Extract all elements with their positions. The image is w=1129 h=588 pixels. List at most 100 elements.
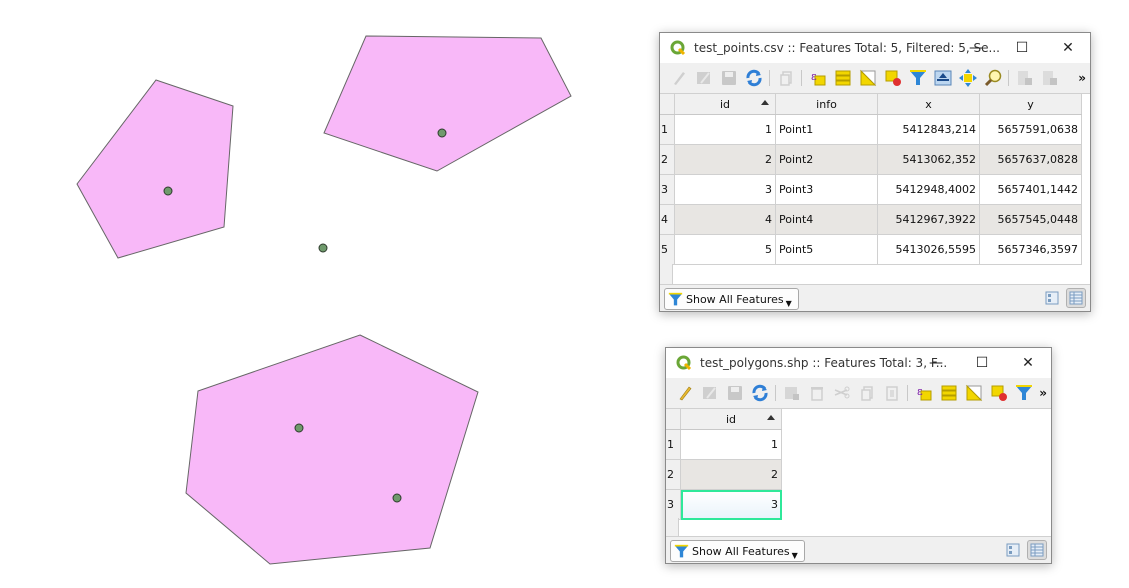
- point-feature-4[interactable]: [294, 423, 304, 433]
- cell-info[interactable]: Point3: [775, 174, 878, 205]
- form-view-icon: [1006, 543, 1020, 557]
- row-header[interactable]: 1: [666, 429, 681, 460]
- table-row[interactable]: 2 2: [666, 459, 782, 490]
- point-feature-2[interactable]: [437, 128, 447, 138]
- table-row[interactable]: 4 4 Point4 5412967,3922 5657545,0448: [660, 204, 1082, 235]
- row-header[interactable]: 5: [660, 234, 675, 265]
- multi-edit-button[interactable]: [694, 68, 714, 88]
- column-header-info[interactable]: info: [775, 94, 878, 115]
- close-button[interactable]: ✕: [1006, 348, 1050, 378]
- reload-button[interactable]: [750, 383, 770, 403]
- add-feature-button[interactable]: [782, 383, 802, 403]
- cell-x[interactable]: 5412967,3922: [877, 204, 980, 235]
- table-row[interactable]: 2 2 Point2 5413062,352 5657637,0828: [660, 144, 1082, 175]
- row-header[interactable]: 2: [660, 144, 675, 175]
- cell-id[interactable]: 1: [680, 429, 782, 460]
- cell-id[interactable]: 3: [674, 174, 776, 205]
- toggle-editing-button[interactable]: [669, 68, 689, 88]
- toggle-editing-button[interactable]: [675, 383, 695, 403]
- invert-selection-button[interactable]: [858, 68, 878, 88]
- cell-y[interactable]: 5657545,0448: [979, 204, 1082, 235]
- filter-button[interactable]: [908, 68, 928, 88]
- reload-button[interactable]: [744, 68, 764, 88]
- select-by-expression-button[interactable]: ε: [808, 68, 828, 88]
- save-edits-button[interactable]: [719, 68, 739, 88]
- cell-id[interactable]: 5: [674, 234, 776, 265]
- column-header-y[interactable]: y: [979, 94, 1082, 115]
- column-header-id[interactable]: id: [680, 409, 782, 430]
- zoom-to-selected-button[interactable]: [983, 68, 1003, 88]
- delete-feature-button[interactable]: [807, 383, 827, 403]
- point-feature-3[interactable]: [318, 243, 328, 253]
- table-row[interactable]: 1 1 Point1 5412843,214 5657591,0638: [660, 114, 1082, 145]
- more-tools-button[interactable]: »: [1039, 386, 1047, 400]
- cut-button[interactable]: [832, 383, 852, 403]
- minimize-button[interactable]: —: [954, 33, 998, 63]
- form-view-button[interactable]: [1003, 540, 1023, 560]
- row-header[interactable]: 3: [666, 489, 681, 520]
- close-button[interactable]: ✕: [1046, 33, 1090, 63]
- row-header[interactable]: 4: [660, 204, 675, 235]
- polygon-feature-1[interactable]: [76, 79, 234, 259]
- maximize-button[interactable]: ☐: [1000, 33, 1044, 63]
- cell-x[interactable]: 5412948,4002: [877, 174, 980, 205]
- show-all-features-label: Show All Features: [686, 292, 784, 306]
- show-all-features-dropdown[interactable]: Show All Features ▼: [670, 540, 805, 562]
- column-header-x[interactable]: x: [877, 94, 980, 115]
- table-row[interactable]: 3 3 Point3 5412948,4002 5657401,1442: [660, 174, 1082, 205]
- deselect-all-button[interactable]: [883, 68, 903, 88]
- cell-id[interactable]: 2: [674, 144, 776, 175]
- maximize-button[interactable]: ☐: [960, 348, 1004, 378]
- cell-x[interactable]: 5413026,5595: [877, 234, 980, 265]
- edit-pencil-icon: [673, 72, 685, 85]
- multi-edit-button[interactable]: [700, 383, 720, 403]
- table-view-button[interactable]: [1066, 288, 1086, 308]
- polygon-feature-3[interactable]: [185, 334, 479, 565]
- show-all-features-dropdown[interactable]: Show All Features ▼: [664, 288, 799, 310]
- pan-to-selected-button[interactable]: [958, 68, 978, 88]
- cell-y[interactable]: 5657591,0638: [979, 114, 1082, 145]
- cell-x[interactable]: 5413062,352: [877, 144, 980, 175]
- cell-info[interactable]: Point5: [775, 234, 878, 265]
- polygon-feature-2[interactable]: [323, 35, 572, 172]
- row-header[interactable]: 3: [660, 174, 675, 205]
- column-header-id[interactable]: id: [674, 94, 776, 115]
- select-all-button[interactable]: [833, 68, 853, 88]
- deselect-all-button[interactable]: [989, 383, 1009, 403]
- cell-info[interactable]: Point1: [775, 114, 878, 145]
- delete-field-button[interactable]: [1040, 68, 1060, 88]
- invert-selection-button[interactable]: [964, 383, 984, 403]
- filter-button[interactable]: [1014, 383, 1034, 403]
- cell-id[interactable]: 1: [674, 114, 776, 145]
- select-by-expression-button[interactable]: ε: [914, 383, 934, 403]
- cell-id[interactable]: 2: [680, 459, 782, 490]
- title-bar[interactable]: test_polygons.shp :: Features Total: 3, …: [666, 348, 1051, 378]
- table-row[interactable]: 5 5 Point5 5413026,5595 5657346,3597: [660, 234, 1082, 265]
- new-field-button[interactable]: [1015, 68, 1035, 88]
- minimize-button[interactable]: —: [914, 348, 958, 378]
- paste-button[interactable]: [882, 383, 902, 403]
- row-header[interactable]: 2: [666, 459, 681, 490]
- cell-y[interactable]: 5657637,0828: [979, 144, 1082, 175]
- cell-y[interactable]: 5657401,1442: [979, 174, 1082, 205]
- table-row[interactable]: 1 1: [666, 429, 782, 460]
- cell-info[interactable]: Point4: [775, 204, 878, 235]
- form-view-button[interactable]: [1042, 288, 1062, 308]
- cell-id-selected[interactable]: 3: [680, 489, 782, 520]
- point-feature-1[interactable]: [163, 186, 173, 196]
- cell-y[interactable]: 5657346,3597: [979, 234, 1082, 265]
- select-all-button[interactable]: [939, 383, 959, 403]
- row-header[interactable]: 1: [660, 114, 675, 145]
- copy-button[interactable]: [776, 68, 796, 88]
- title-bar[interactable]: test_points.csv :: Features Total: 5, Fi…: [660, 33, 1090, 63]
- move-selection-to-top-button[interactable]: [933, 68, 953, 88]
- table-row-selected[interactable]: 3 3: [666, 489, 782, 520]
- table-view-button[interactable]: [1027, 540, 1047, 560]
- copy-button[interactable]: [857, 383, 877, 403]
- more-tools-button[interactable]: »: [1078, 71, 1086, 85]
- save-edits-button[interactable]: [725, 383, 745, 403]
- cell-x[interactable]: 5412843,214: [877, 114, 980, 145]
- cell-info[interactable]: Point2: [775, 144, 878, 175]
- cell-id[interactable]: 4: [674, 204, 776, 235]
- point-feature-5[interactable]: [392, 493, 402, 503]
